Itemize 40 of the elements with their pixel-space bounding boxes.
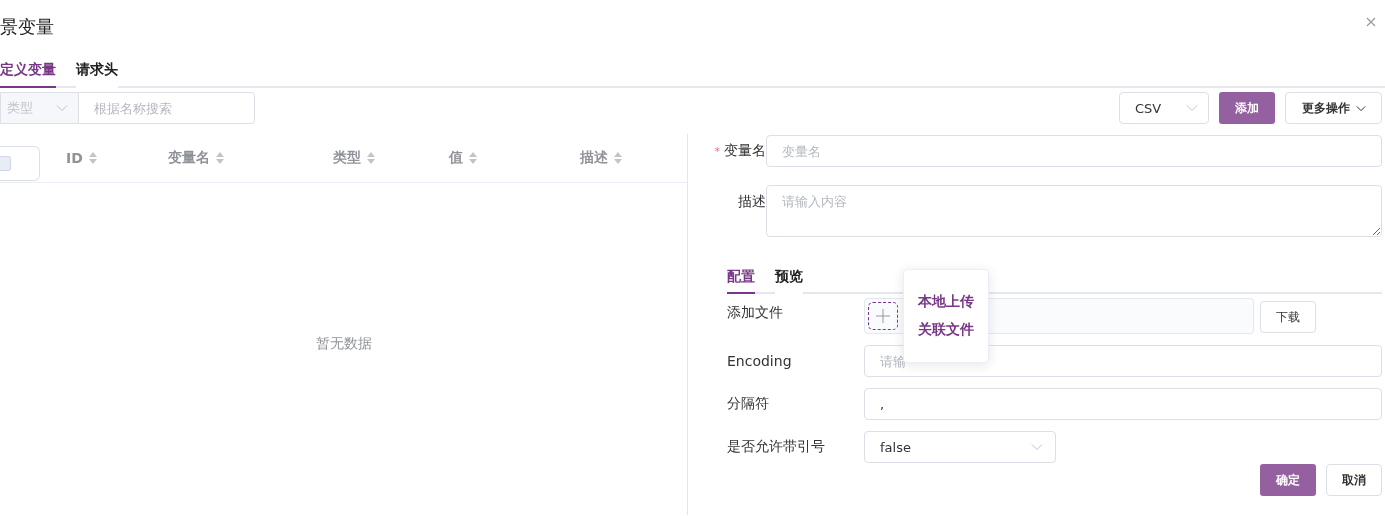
add-button[interactable]: 添加 [1219,92,1275,124]
chevron-down-icon [1186,104,1198,112]
column-header: 值 [449,149,463,167]
cancel-button[interactable]: 取消 [1326,464,1382,496]
more-actions-button[interactable]: 更多操作 [1285,92,1382,124]
field-label: Encoding [727,353,793,369]
field-label: 描述 [738,193,766,211]
field-label: 添加文件 [727,303,784,322]
sort-icon[interactable] [367,152,375,164]
add-file-button[interactable] [868,302,898,330]
download-button[interactable]: 下载 [1260,301,1316,333]
required-mark: * [714,144,720,158]
description-field[interactable]: 请输入内容 [766,185,1382,237]
confirm-button[interactable]: 确定 [1260,464,1316,496]
column-header: 变量名 [168,149,210,167]
menu-item[interactable]: 本地上传 [918,293,974,311]
type-select[interactable]: CSV [1119,92,1209,124]
empty-text: 暂无数据 [315,335,372,353]
column-header: ID [66,150,83,166]
close-icon[interactable] [1366,17,1376,27]
chevron-down-icon [56,104,68,112]
sort-icon[interactable] [216,152,224,164]
sort-icon[interactable] [88,152,97,164]
chevron-down-icon [1355,104,1366,112]
menu-item[interactable]: 关联文件 [918,321,974,339]
sort-icon[interactable] [614,152,622,164]
quote-select[interactable]: false [864,431,1056,463]
field-label: 变量名 [724,142,766,160]
delimiter-field[interactable]: , [864,388,1382,420]
column-header: 类型 [333,149,361,167]
chevron-down-icon [1031,443,1043,451]
field-label: 是否允许带引号 [727,438,826,456]
dialog-title: 景变量 [0,15,54,39]
field-label: 分隔符 [727,395,770,413]
search-field[interactable]: 根据名称搜索 [78,92,255,124]
plus-icon [876,309,890,323]
sort-icon[interactable] [469,152,477,164]
column-header: 描述 [580,149,608,167]
name-field[interactable]: 变量名 [766,135,1382,167]
checkbox[interactable] [0,156,11,171]
